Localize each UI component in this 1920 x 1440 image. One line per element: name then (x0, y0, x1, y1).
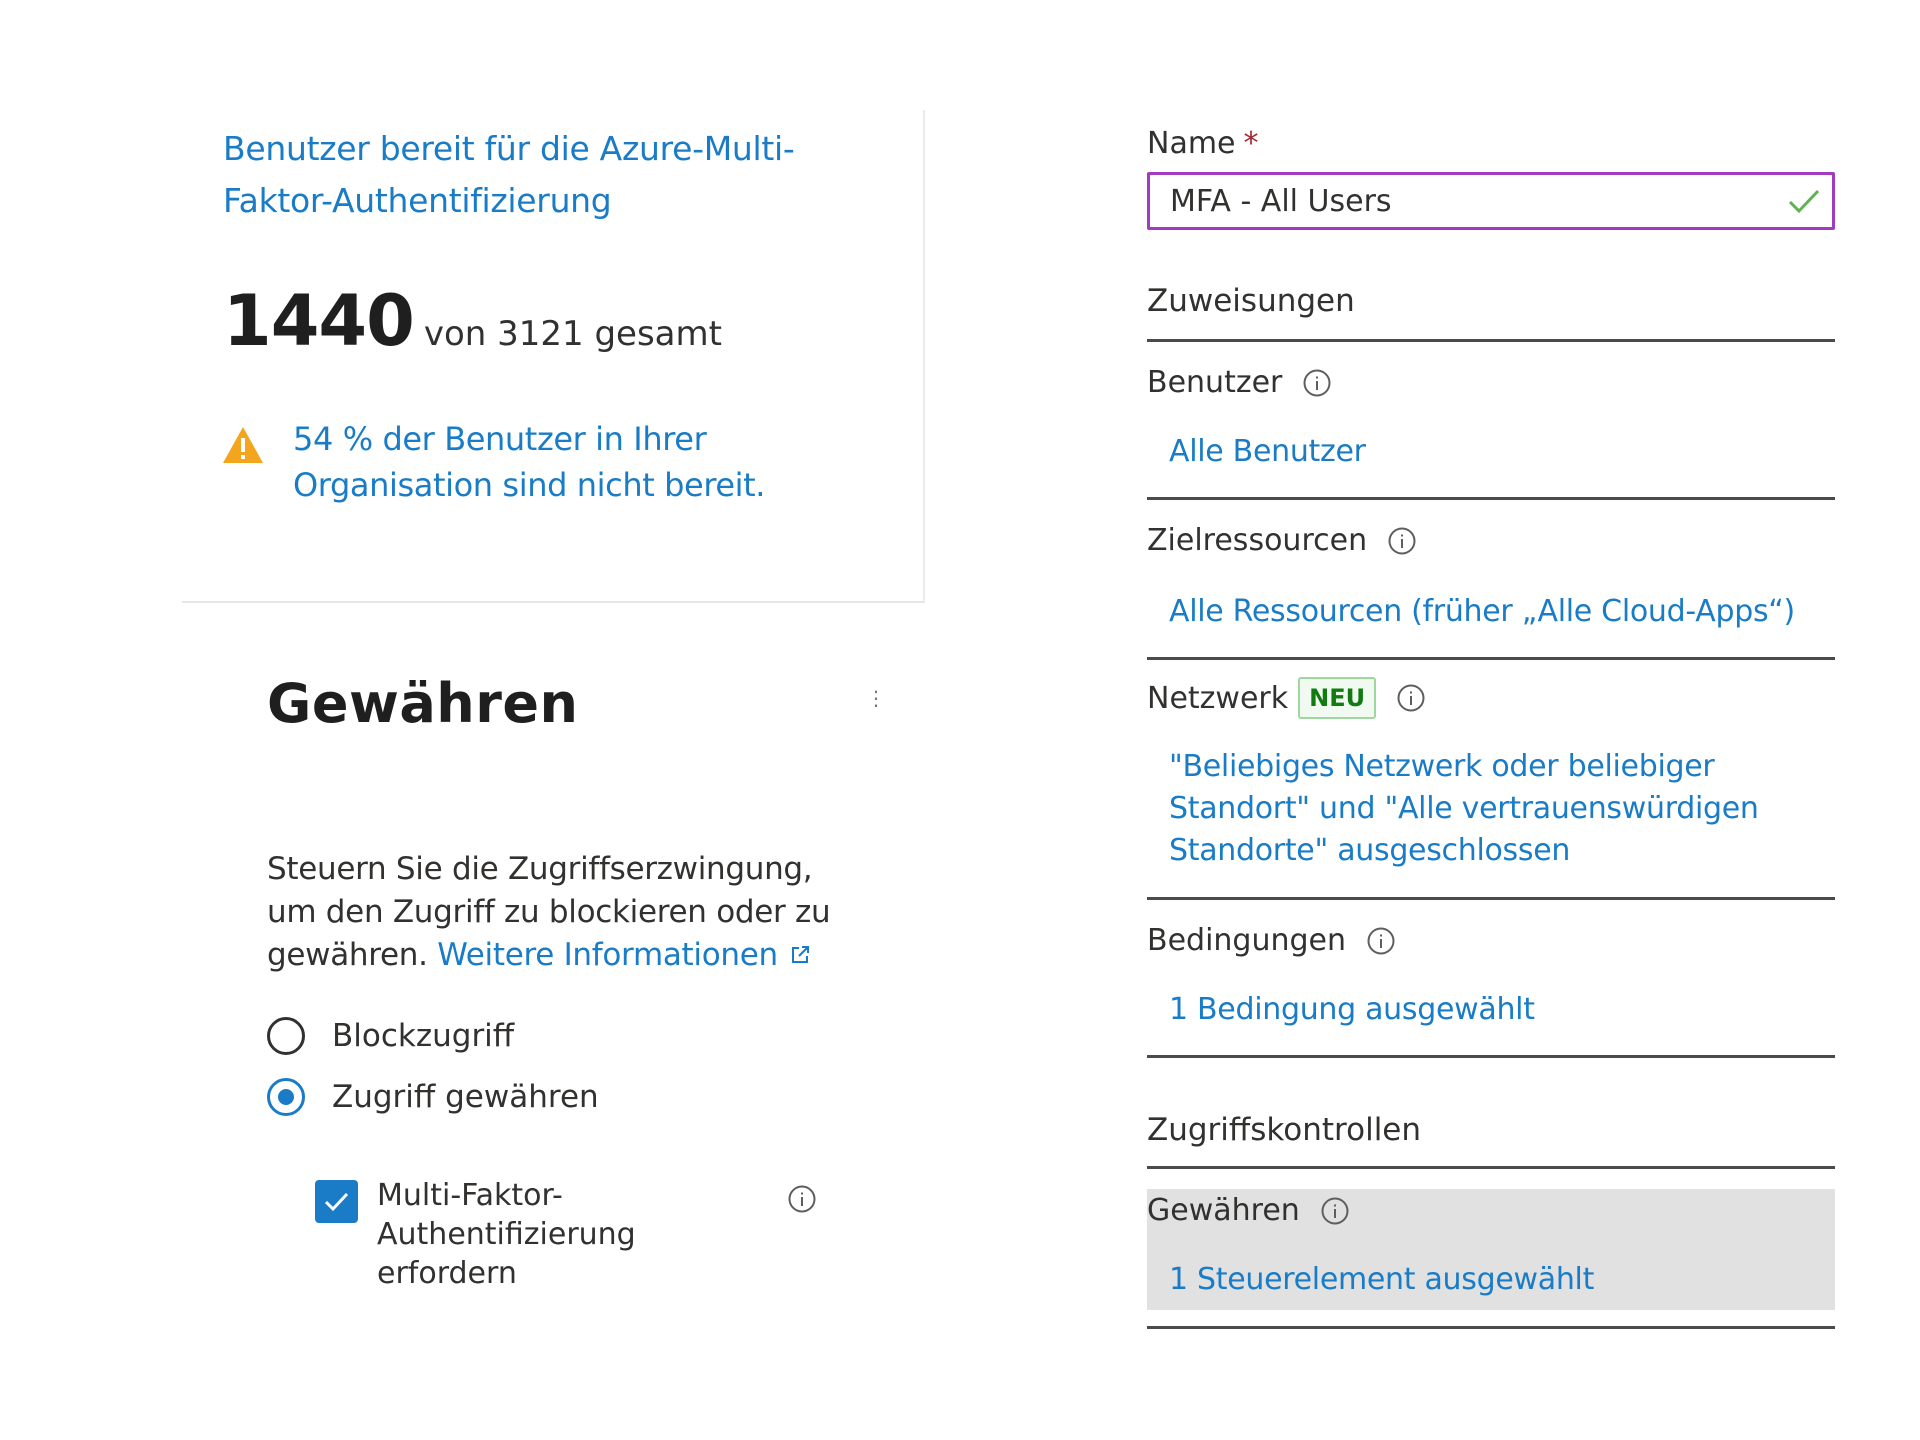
conditions-row-label: Bedingungen (1147, 923, 1396, 958)
divider (1147, 339, 1835, 342)
name-label: Name * (1147, 126, 1259, 161)
targets-row-label: Zielressourcen (1147, 523, 1417, 558)
grant-label: Gewähren (1147, 1193, 1300, 1228)
info-icon[interactable] (787, 1184, 817, 1214)
radio-button-checked[interactable] (267, 1078, 305, 1116)
grant-panel-title: Gewähren (267, 672, 579, 735)
more-options-icon[interactable]: ⋮ (866, 688, 886, 708)
users-row-label: Benutzer (1147, 365, 1332, 400)
targets-value-link[interactable]: Alle Ressourcen (früher „Alle Cloud-Apps… (1169, 591, 1795, 633)
targets-label: Zielressourcen (1147, 523, 1368, 558)
external-link-icon (791, 946, 809, 963)
radio-button-unchecked[interactable] (267, 1017, 305, 1055)
valid-checkmark-icon (1788, 189, 1820, 214)
radio-grant-access[interactable]: Zugriff gewähren (267, 1075, 599, 1119)
conditions-label: Bedingungen (1147, 923, 1347, 958)
radio-label-grant: Zugriff gewähren (332, 1079, 599, 1115)
divider (1147, 1326, 1835, 1329)
info-icon[interactable] (1320, 1196, 1350, 1226)
divider (1147, 1166, 1835, 1169)
conditions-value-link[interactable]: 1 Bedingung ausgewählt (1169, 989, 1535, 1031)
divider (1147, 1055, 1835, 1058)
ready-users-count: 1440 (223, 280, 415, 362)
required-asterisk: * (1243, 126, 1259, 161)
network-row-label: Netzwerk NEU (1147, 677, 1426, 719)
mfa-readiness-card: Benutzer bereit für die Azure-Multi-Fakt… (182, 110, 925, 603)
name-label-text: Name (1147, 126, 1236, 161)
grant-row-label: Gewähren (1147, 1193, 1350, 1228)
mfa-checkbox[interactable] (315, 1180, 358, 1223)
assignments-heading: Zuweisungen (1147, 283, 1355, 319)
info-icon[interactable] (1366, 926, 1396, 956)
info-icon[interactable] (1387, 526, 1417, 556)
network-value-link[interactable]: "Beliebiges Netzwerk oder beliebiger Sta… (1169, 746, 1829, 872)
learn-more-label: Weitere Informationen (437, 937, 778, 973)
learn-more-link[interactable]: Weitere Informationen (437, 937, 812, 973)
info-icon[interactable] (1302, 368, 1332, 398)
warning-triangle-icon (223, 427, 263, 463)
divider (1147, 897, 1835, 900)
radio-label-block: Blockzugriff (332, 1018, 515, 1054)
users-value-link[interactable]: Alle Benutzer (1169, 431, 1366, 473)
info-icon[interactable] (1396, 683, 1426, 713)
readiness-title-link[interactable]: Benutzer bereit für die Azure-Multi-Fakt… (223, 123, 863, 227)
policy-name-input[interactable] (1147, 172, 1835, 230)
readiness-count: 1440 von 3121 gesamt (223, 280, 722, 362)
grant-value-link[interactable]: 1 Steuerelement ausgewählt (1169, 1259, 1594, 1301)
access-controls-heading: Zugriffskontrollen (1147, 1112, 1422, 1148)
new-badge: NEU (1298, 677, 1377, 719)
divider (1147, 657, 1835, 660)
not-ready-warning-link[interactable]: 54 % der Benutzer in Ihrer Organisation … (293, 416, 813, 508)
mfa-checkbox-label: Multi-Faktor-Authentifizierung erfordern (377, 1178, 636, 1291)
total-users-text: von 3121 gesamt (423, 314, 722, 354)
checkmark-icon (324, 1192, 349, 1212)
divider (1147, 497, 1835, 500)
network-label: Netzwerk (1147, 680, 1289, 716)
grant-description: Steuern Sie die Zugriffserzwingung, um d… (267, 848, 867, 977)
radio-block-access[interactable]: Blockzugriff (267, 1014, 514, 1058)
users-label: Benutzer (1147, 365, 1283, 400)
